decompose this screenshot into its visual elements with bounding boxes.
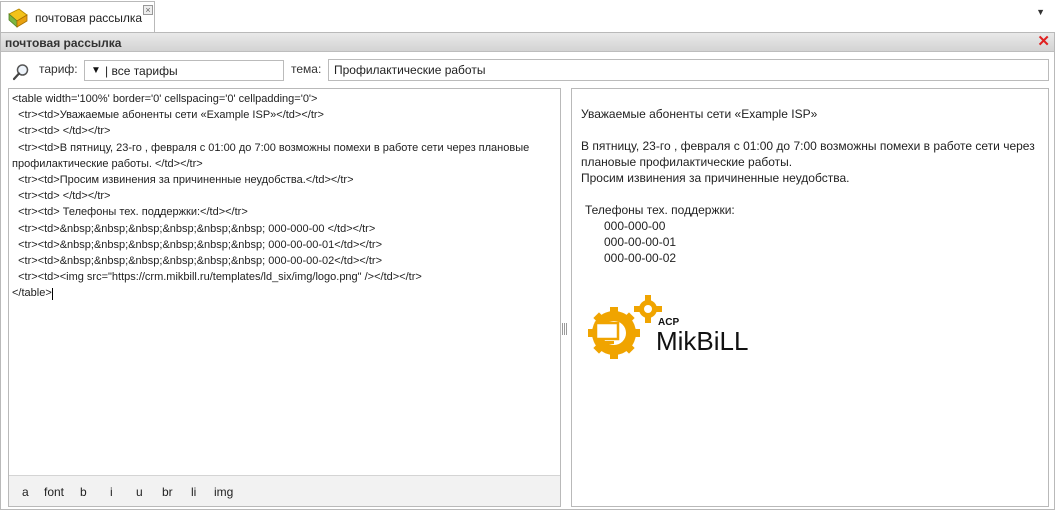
format-button-italic[interactable]: i (110, 485, 113, 499)
editor-format-toolbar: a font b i u br li img (9, 475, 560, 506)
tab-label: почтовая рассылка (35, 11, 143, 25)
tariff-select-value: | все тарифы (105, 64, 178, 78)
format-button-bold[interactable]: b (80, 485, 87, 499)
format-button-img[interactable]: img (214, 485, 233, 499)
format-button-li[interactable]: li (191, 485, 196, 499)
panel-header: почтовая рассылка ✕ (1, 33, 1054, 52)
gear-logo-icon (588, 295, 662, 359)
tab-menu-chevron-down-icon[interactable]: ▼ (1036, 7, 1045, 17)
format-button-font[interactable]: font (44, 485, 64, 499)
format-button-a[interactable]: a (22, 485, 29, 499)
html-editor[interactable]: <table width='100%' border='0' cellspaci… (8, 88, 561, 507)
mikbill-logo: ACP MikBiLL (586, 293, 756, 363)
envelope-icon (8, 8, 28, 28)
subject-label: тема: (291, 62, 322, 76)
tariff-label: тариф: (39, 62, 78, 76)
tariff-select[interactable]: ▼ | все тарифы (84, 60, 284, 81)
tab-close-icon[interactable]: × (143, 5, 153, 15)
panel-close-icon[interactable]: ✕ (1037, 34, 1050, 50)
mailing-panel: почтовая рассылка ✕ тариф: ▼ | все тариф… (0, 32, 1055, 510)
format-button-underline[interactable]: u (136, 485, 143, 499)
preview-apology: Просим извинения за причиненные неудобст… (581, 171, 850, 185)
text-cursor (51, 287, 53, 300)
preview-support-label: Телефоны тех. поддержки: (585, 203, 735, 217)
preview-body-line1: В пятницу, 23-го , февраля с 01:00 до 7:… (581, 139, 1035, 153)
preview-body-line2: плановые профилактические работы. (581, 155, 793, 169)
html-source-content: <table width='100%' border='0' cellspaci… (12, 93, 530, 300)
search-icon[interactable] (12, 63, 30, 81)
preview-phone: 000-00-00-01 (604, 235, 677, 249)
format-button-br[interactable]: br (162, 485, 173, 499)
preview-phone: 000-000-00 (604, 219, 666, 233)
chevron-down-icon: ▼ (91, 65, 101, 76)
preview-greeting: Уважаемые абоненты сети «Example ISP» (581, 107, 818, 121)
preview-phone: 000-00-00-02 (604, 251, 677, 265)
tab-strip: почтовая рассылка × ▼ (0, 0, 1055, 32)
html-preview: Уважаемые абоненты сети «Example ISP» В … (571, 88, 1049, 507)
subject-input[interactable] (328, 59, 1049, 81)
splitter-handle[interactable] (562, 323, 568, 335)
tab-mailing[interactable]: почтовая рассылка × (0, 1, 155, 32)
panel-title: почтовая рассылка (5, 36, 122, 50)
logo-name-text: MikBiLL (656, 326, 749, 356)
html-source-text[interactable]: <table width='100%' border='0' cellspaci… (12, 91, 556, 302)
